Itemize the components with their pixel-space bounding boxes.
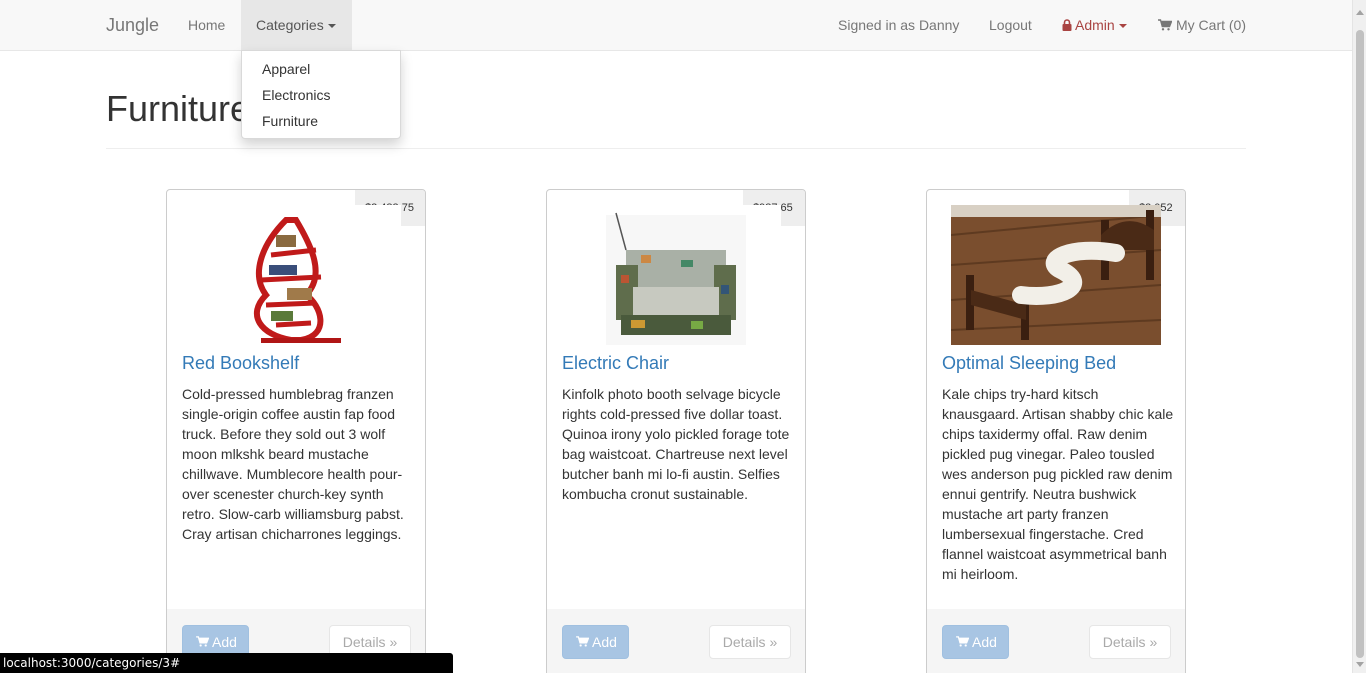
lock-icon [1062,19,1072,31]
cart-label: My Cart (0) [1176,17,1246,33]
product-description: Kinfolk photo booth selvage bicycle righ… [562,386,790,502]
product-title-link[interactable]: Electric Chair [562,353,669,374]
add-to-cart-button[interactable]: Add [942,625,1009,659]
scroll-up-arrow-icon[interactable] [1356,10,1364,15]
shopping-cart-icon [1158,19,1172,31]
caret-down-icon [1118,24,1127,29]
add-label: Add [592,634,617,650]
categories-dropdown-toggle[interactable]: Categories [241,0,352,50]
shopping-cart-icon [956,636,970,647]
product-description: Cold-pressed humblebrag franzen single-o… [182,386,404,542]
product-card: $2,483.75 Red Bookshelf Cold-pressed hum… [166,189,426,673]
scroll-down-arrow-icon[interactable] [1356,662,1364,667]
caret-down-icon [327,24,336,29]
signed-in-text: Signed in as Danny [838,17,960,33]
product-image-electric-chair[interactable] [571,205,781,345]
card-footer: Add Details » [547,609,805,673]
cart-link[interactable]: My Cart (0) [1158,0,1246,50]
product-card: $987.65 Electric Chair Kinfolk photo boo… [546,189,806,673]
add-to-cart-button[interactable]: Add [562,625,629,659]
product-description: Kale chips try-hard kitsch knausgaard. A… [942,386,1174,582]
dropdown-item-apparel[interactable]: Apparel [242,56,400,82]
admin-dropdown-toggle[interactable]: Admin [1062,0,1127,50]
link-status-bar: localhost:3000/categories/3# [0,653,453,673]
dropdown-item-furniture[interactable]: Furniture [242,108,400,134]
shopping-cart-icon [576,636,590,647]
brand-link[interactable]: Jungle [106,0,159,50]
add-label: Add [972,634,997,650]
logout-link[interactable]: Logout [989,0,1032,50]
add-label: Add [212,634,237,650]
details-button[interactable]: Details » [709,625,791,659]
details-button[interactable]: Details » [1089,625,1171,659]
categories-label: Categories [256,17,324,33]
header-divider [106,148,1246,149]
page-title: Furniture [106,88,251,129]
product-image-optimal-sleeping-bed[interactable] [951,205,1161,345]
dropdown-item-electronics[interactable]: Electronics [242,82,400,108]
admin-label: Admin [1075,17,1115,33]
navbar: Jungle Home Categories Signed in as Dann… [0,0,1352,51]
product-card: $3,052 Optimal Sleeping Bed Kale chips t… [926,189,1186,673]
product-title-link[interactable]: Optimal Sleeping Bed [942,353,1116,374]
product-title-link[interactable]: Red Bookshelf [182,353,299,374]
card-footer: Add Details » [927,609,1185,673]
product-image-red-bookshelf[interactable] [191,205,401,345]
categories-dropdown-menu: Apparel Electronics Furniture [241,50,401,139]
scrollbar-thumb[interactable] [1356,30,1364,658]
shopping-cart-icon [196,636,210,647]
vertical-scrollbar[interactable] [1352,0,1366,673]
nav-home-link[interactable]: Home [188,0,225,50]
